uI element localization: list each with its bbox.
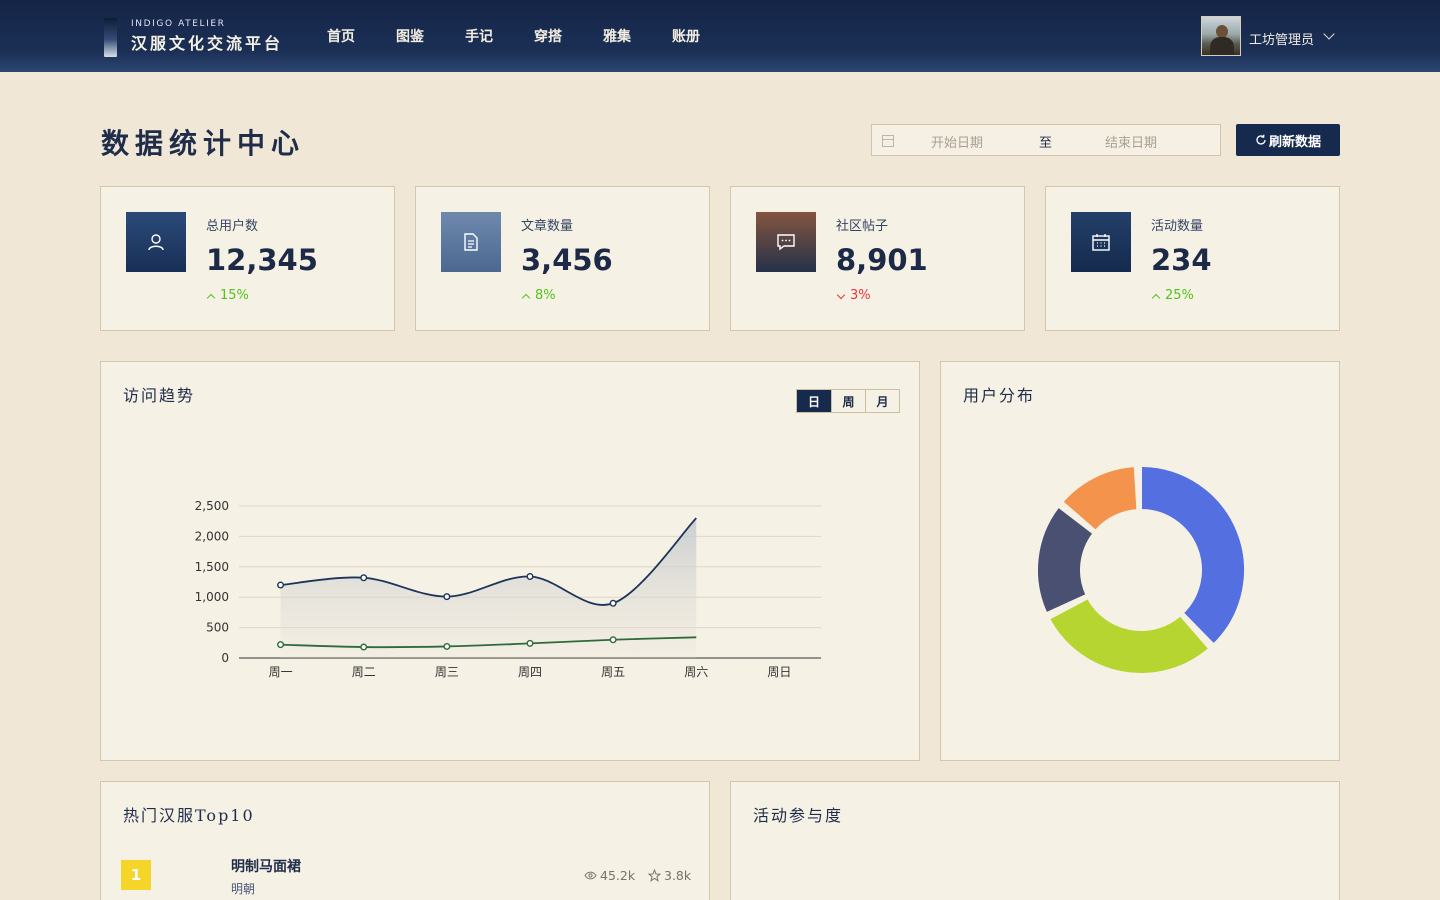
item-stars: 3.8k — [648, 868, 691, 883]
main-nav: 首页 图鉴 手记 穿搭 雅集 账册 — [327, 26, 700, 46]
item-stars-value: 3.8k — [664, 868, 692, 883]
y-tick-label: 0 — [221, 651, 229, 665]
arrow-up-icon — [1151, 293, 1161, 302]
y-tick-label: 500 — [206, 621, 229, 635]
refresh-data-button[interactable]: 刷新数据 — [1236, 124, 1340, 156]
star-icon — [648, 869, 661, 882]
x-tick-label: 周六 — [684, 665, 708, 679]
data-point — [277, 641, 285, 649]
calendar-icon — [1071, 212, 1131, 272]
stat-trend: 25% — [1151, 288, 1194, 303]
donut-slice[interactable] — [1140, 465, 1246, 646]
start-date-input[interactable]: 开始日期 — [931, 132, 983, 151]
avatar[interactable] — [1201, 16, 1241, 56]
user-distribution-panel: 用户分布 — [940, 361, 1340, 761]
visit-trend-chart: 0 500 1,000 1,500 2,000 2,500 周一 周二 周三 周四 周五 周六 周日 — [195, 499, 821, 679]
stat-value: 234 — [1151, 243, 1212, 277]
top10-title: 热门汉服Top10 — [123, 806, 255, 825]
x-tick-label: 周日 — [767, 665, 791, 679]
data-point — [443, 642, 451, 650]
refresh-icon — [1256, 134, 1266, 145]
visit-trend-panel: 访问趋势 日 周 月 0 500 1,000 1,500 2,000 2,500 周一 周二周… — [100, 361, 920, 761]
logo-english-text: INDIGO ATELIER — [131, 19, 226, 29]
user-name[interactable]: 工坊管理员 — [1249, 29, 1314, 48]
data-point — [360, 574, 368, 582]
data-point — [526, 573, 534, 581]
data-point — [443, 593, 451, 601]
eye-icon — [584, 871, 597, 880]
refresh-data-label: 刷新数据 — [1268, 134, 1321, 150]
activity-participation-title: 活动参与度 — [753, 806, 844, 825]
calendar-icon — [882, 135, 894, 147]
nav-item-home[interactable]: 首页 — [327, 26, 355, 46]
stat-trend: 15% — [206, 288, 249, 303]
stat-label: 总用户数 — [206, 219, 259, 234]
item-views-value: 45.2k — [600, 868, 636, 883]
logo-mark — [104, 18, 117, 57]
stat-trend-value: 3% — [850, 288, 871, 303]
data-point — [609, 599, 617, 607]
stat-trend-value: 8% — [535, 288, 556, 303]
data-point — [277, 581, 285, 589]
chat-icon — [756, 212, 816, 272]
y-tick-label: 2,500 — [195, 499, 229, 513]
date-range-picker[interactable]: 开始日期 至 结束日期 — [871, 124, 1221, 156]
rank-badge: 1 — [121, 860, 151, 890]
stat-trend: 3% — [836, 288, 871, 303]
y-tick-label: 1,500 — [195, 560, 229, 574]
nav-item-gatherings[interactable]: 雅集 — [603, 26, 631, 46]
series-area — [280, 518, 697, 658]
y-tick-label: 2,000 — [195, 529, 229, 543]
stat-card-articles: 文章数量 3,456 8% — [415, 186, 710, 331]
stat-trend-value: 15% — [220, 288, 249, 303]
stat-label: 活动数量 — [1151, 219, 1204, 234]
end-date-input[interactable]: 结束日期 — [1105, 132, 1157, 151]
x-tick-label: 周五 — [601, 665, 625, 679]
x-tick-label: 周四 — [518, 665, 542, 679]
item-dynasty: 明朝 — [231, 882, 256, 896]
stat-label: 社区帖子 — [836, 219, 889, 234]
data-point — [526, 639, 534, 647]
page-title: 数据统计中心 — [101, 127, 306, 160]
data-point — [360, 643, 368, 651]
nav-item-outfits[interactable]: 穿搭 — [534, 26, 562, 46]
item-views: 45.2k — [584, 868, 635, 883]
stat-card-users: 总用户数 12,345 15% — [100, 186, 395, 331]
y-tick-label: 1,000 — [195, 590, 229, 604]
logo-chinese-text[interactable]: 汉服文化交流平台 — [131, 30, 283, 54]
arrow-down-icon — [836, 290, 846, 299]
stat-label: 文章数量 — [521, 219, 574, 234]
stat-trend: 8% — [521, 288, 556, 303]
stat-trend-value: 25% — [1165, 288, 1194, 303]
nav-item-catalog[interactable]: 图鉴 — [396, 26, 424, 46]
data-point — [609, 636, 617, 644]
stat-card-events: 活动数量 234 25% — [1045, 186, 1340, 331]
user-distribution-chart — [1036, 465, 1246, 675]
arrow-up-icon — [521, 293, 531, 302]
top10-panel: 热门汉服Top10 1 明制马面裙 明朝 45.2k 3.8k — [100, 781, 710, 900]
user-icon — [126, 212, 186, 272]
date-range-separator: 至 — [1039, 136, 1053, 151]
chevron-down-icon[interactable] — [1323, 28, 1335, 40]
stat-value: 12,345 — [206, 243, 318, 277]
nav-item-notes[interactable]: 手记 — [465, 26, 493, 46]
top-navigation-bar: INDIGO ATELIER 汉服文化交流平台 首页 图鉴 手记 穿搭 雅集 账… — [0, 0, 1440, 72]
x-tick-label: 周二 — [352, 665, 376, 679]
stat-value: 8,901 — [836, 243, 928, 277]
nav-item-ledger[interactable]: 账册 — [672, 26, 700, 46]
document-icon — [441, 212, 501, 272]
x-tick-label: 周一 — [269, 665, 293, 679]
stat-value: 3,456 — [521, 243, 613, 277]
x-tick-label: 周三 — [435, 665, 459, 679]
activity-participation-panel: 活动参与度 — [730, 781, 1340, 900]
arrow-up-icon — [206, 293, 216, 302]
item-name[interactable]: 明制马面裙 — [231, 856, 301, 876]
stat-card-posts: 社区帖子 8,901 3% — [730, 186, 1025, 331]
